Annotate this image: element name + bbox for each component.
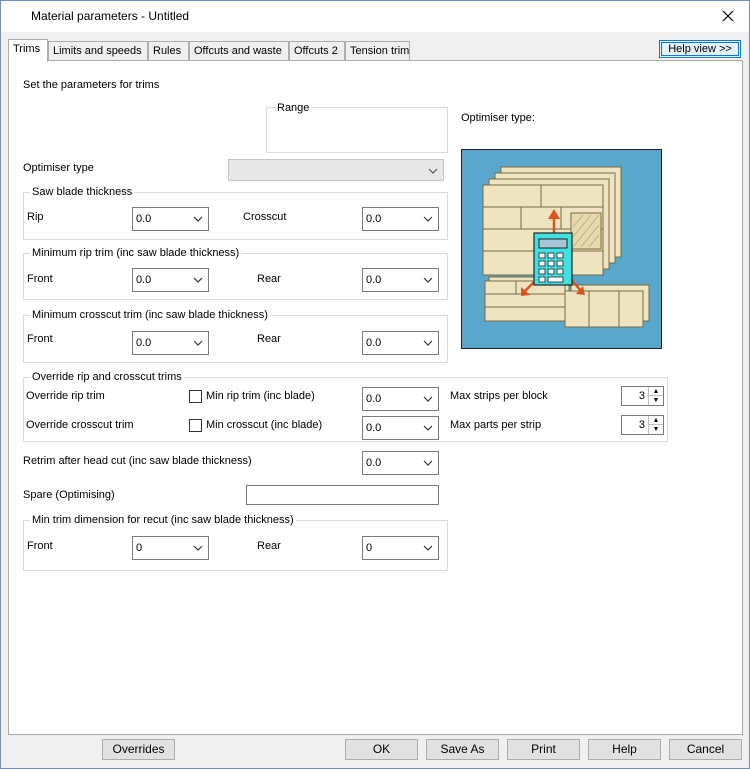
max-strips-spinner[interactable]: 3 ▲ ▼: [621, 386, 664, 406]
chevron-down-icon: [423, 277, 433, 283]
optimiser-illustration: [461, 149, 662, 349]
rip-label: Rip: [27, 211, 44, 223]
crosscut-label: Crosscut: [243, 211, 287, 223]
tab-offcuts-and-waste[interactable]: Offcuts and waste: [189, 41, 289, 61]
crosscut-select[interactable]: 0.0: [362, 207, 439, 231]
save-as-button[interactable]: Save As: [426, 739, 499, 760]
override-rip-label: Override rip trim: [26, 390, 105, 402]
chevron-down-icon: [193, 216, 203, 222]
tab-rules[interactable]: Rules: [148, 41, 189, 61]
title-bar: Material parameters - Untitled: [1, 1, 749, 32]
optimiser-type-label: Optimiser type: [23, 162, 94, 174]
min-rip-trim-title: Minimum rip trim (inc saw blade thicknes…: [30, 247, 242, 259]
print-button[interactable]: Print: [507, 739, 580, 760]
help-view-button[interactable]: Help view >>: [659, 40, 741, 58]
tab-tension-trim[interactable]: Tension trim: [345, 41, 410, 61]
trims-panel: Set the parameters for trims Range Optim…: [8, 60, 743, 735]
min-rip-rear-label: Rear: [257, 273, 281, 285]
spin-down-icon[interactable]: ▼: [649, 425, 663, 434]
spin-down-icon[interactable]: ▼: [649, 396, 663, 405]
min-rip-front-select[interactable]: 0.0: [132, 268, 209, 292]
min-crosscut-select[interactable]: 0.0: [362, 416, 439, 440]
window-title: Material parameters - Untitled: [31, 9, 190, 23]
rip-select[interactable]: 0.0: [132, 207, 209, 231]
tab-offcuts-2[interactable]: Offcuts 2: [289, 41, 345, 61]
max-parts-spinner[interactable]: 3 ▲ ▼: [621, 415, 664, 435]
chevron-down-icon: [423, 425, 433, 431]
chevron-down-icon: [423, 340, 433, 346]
cancel-button[interactable]: Cancel: [669, 739, 742, 760]
saw-blade-title: Saw blade thickness: [30, 186, 135, 198]
min-rip-trim-select[interactable]: 0.0: [362, 387, 439, 411]
recut-front-label: Front: [27, 540, 53, 552]
min-rip-trim-checkbox[interactable]: [189, 390, 202, 403]
max-parts-label: Max parts per strip: [450, 419, 542, 431]
close-button[interactable]: [713, 4, 743, 28]
dialog-window: Material parameters - Untitled Trims Lim…: [0, 0, 750, 769]
panel-heading: Set the parameters for trims: [23, 79, 160, 91]
chevron-down-icon: [193, 545, 203, 551]
override-group: Override rip and crosscut trims: [23, 371, 668, 442]
overrides-button[interactable]: Overrides: [102, 739, 175, 760]
chevron-down-icon: [428, 168, 438, 174]
override-crosscut-label: Override crosscut trim: [26, 419, 134, 431]
spin-up-icon[interactable]: ▲: [649, 387, 663, 396]
recut-rear-select[interactable]: 0: [362, 536, 439, 560]
spare-label: Spare (Optimising): [23, 489, 115, 501]
min-trim-recut-title: Min trim dimension for recut (inc saw bl…: [30, 514, 296, 526]
min-crosscut-checkbox[interactable]: [189, 419, 202, 432]
range-label: Range: [275, 102, 312, 114]
spin-up-icon[interactable]: ▲: [649, 416, 663, 425]
chevron-down-icon: [423, 396, 433, 402]
retrim-select[interactable]: 0.0: [362, 451, 439, 475]
chevron-down-icon: [423, 545, 433, 551]
tab-limits-and-speeds[interactable]: Limits and speeds: [48, 41, 148, 61]
min-crosscut-rear-select[interactable]: 0.0: [362, 331, 439, 355]
recut-rear-label: Rear: [257, 540, 281, 552]
ok-button[interactable]: OK: [345, 739, 418, 760]
help-button[interactable]: Help: [588, 739, 661, 760]
min-crosscut-trim-title: Minimum crosscut trim (inc saw blade thi…: [30, 309, 270, 321]
optimiser-type-select[interactable]: [228, 159, 444, 181]
spare-input[interactable]: [246, 485, 439, 505]
min-crosscut-front-select[interactable]: 0.0: [132, 331, 209, 355]
min-crosscut-label: Min crosscut (inc blade): [206, 419, 323, 431]
optimiser-type-caption: Optimiser type:: [461, 112, 535, 124]
min-rip-trim-label: Min rip trim (inc blade): [206, 390, 315, 402]
close-icon: [722, 10, 734, 22]
chevron-down-icon: [193, 340, 203, 346]
chevron-down-icon: [423, 216, 433, 222]
chevron-down-icon: [423, 460, 433, 466]
min-crosscut-front-label: Front: [27, 333, 53, 345]
min-crosscut-rear-label: Rear: [257, 333, 281, 345]
tab-strip: Trims Limits and speeds Rules Offcuts an…: [8, 39, 748, 62]
chevron-down-icon: [193, 277, 203, 283]
tab-trims[interactable]: Trims: [8, 39, 48, 62]
max-strips-label: Max strips per block: [450, 390, 548, 402]
min-rip-rear-select[interactable]: 0.0: [362, 268, 439, 292]
override-title: Override rip and crosscut trims: [30, 371, 184, 383]
retrim-label: Retrim after head cut (inc saw blade thi…: [23, 455, 252, 467]
recut-front-select[interactable]: 0: [132, 536, 209, 560]
min-rip-front-label: Front: [27, 273, 53, 285]
